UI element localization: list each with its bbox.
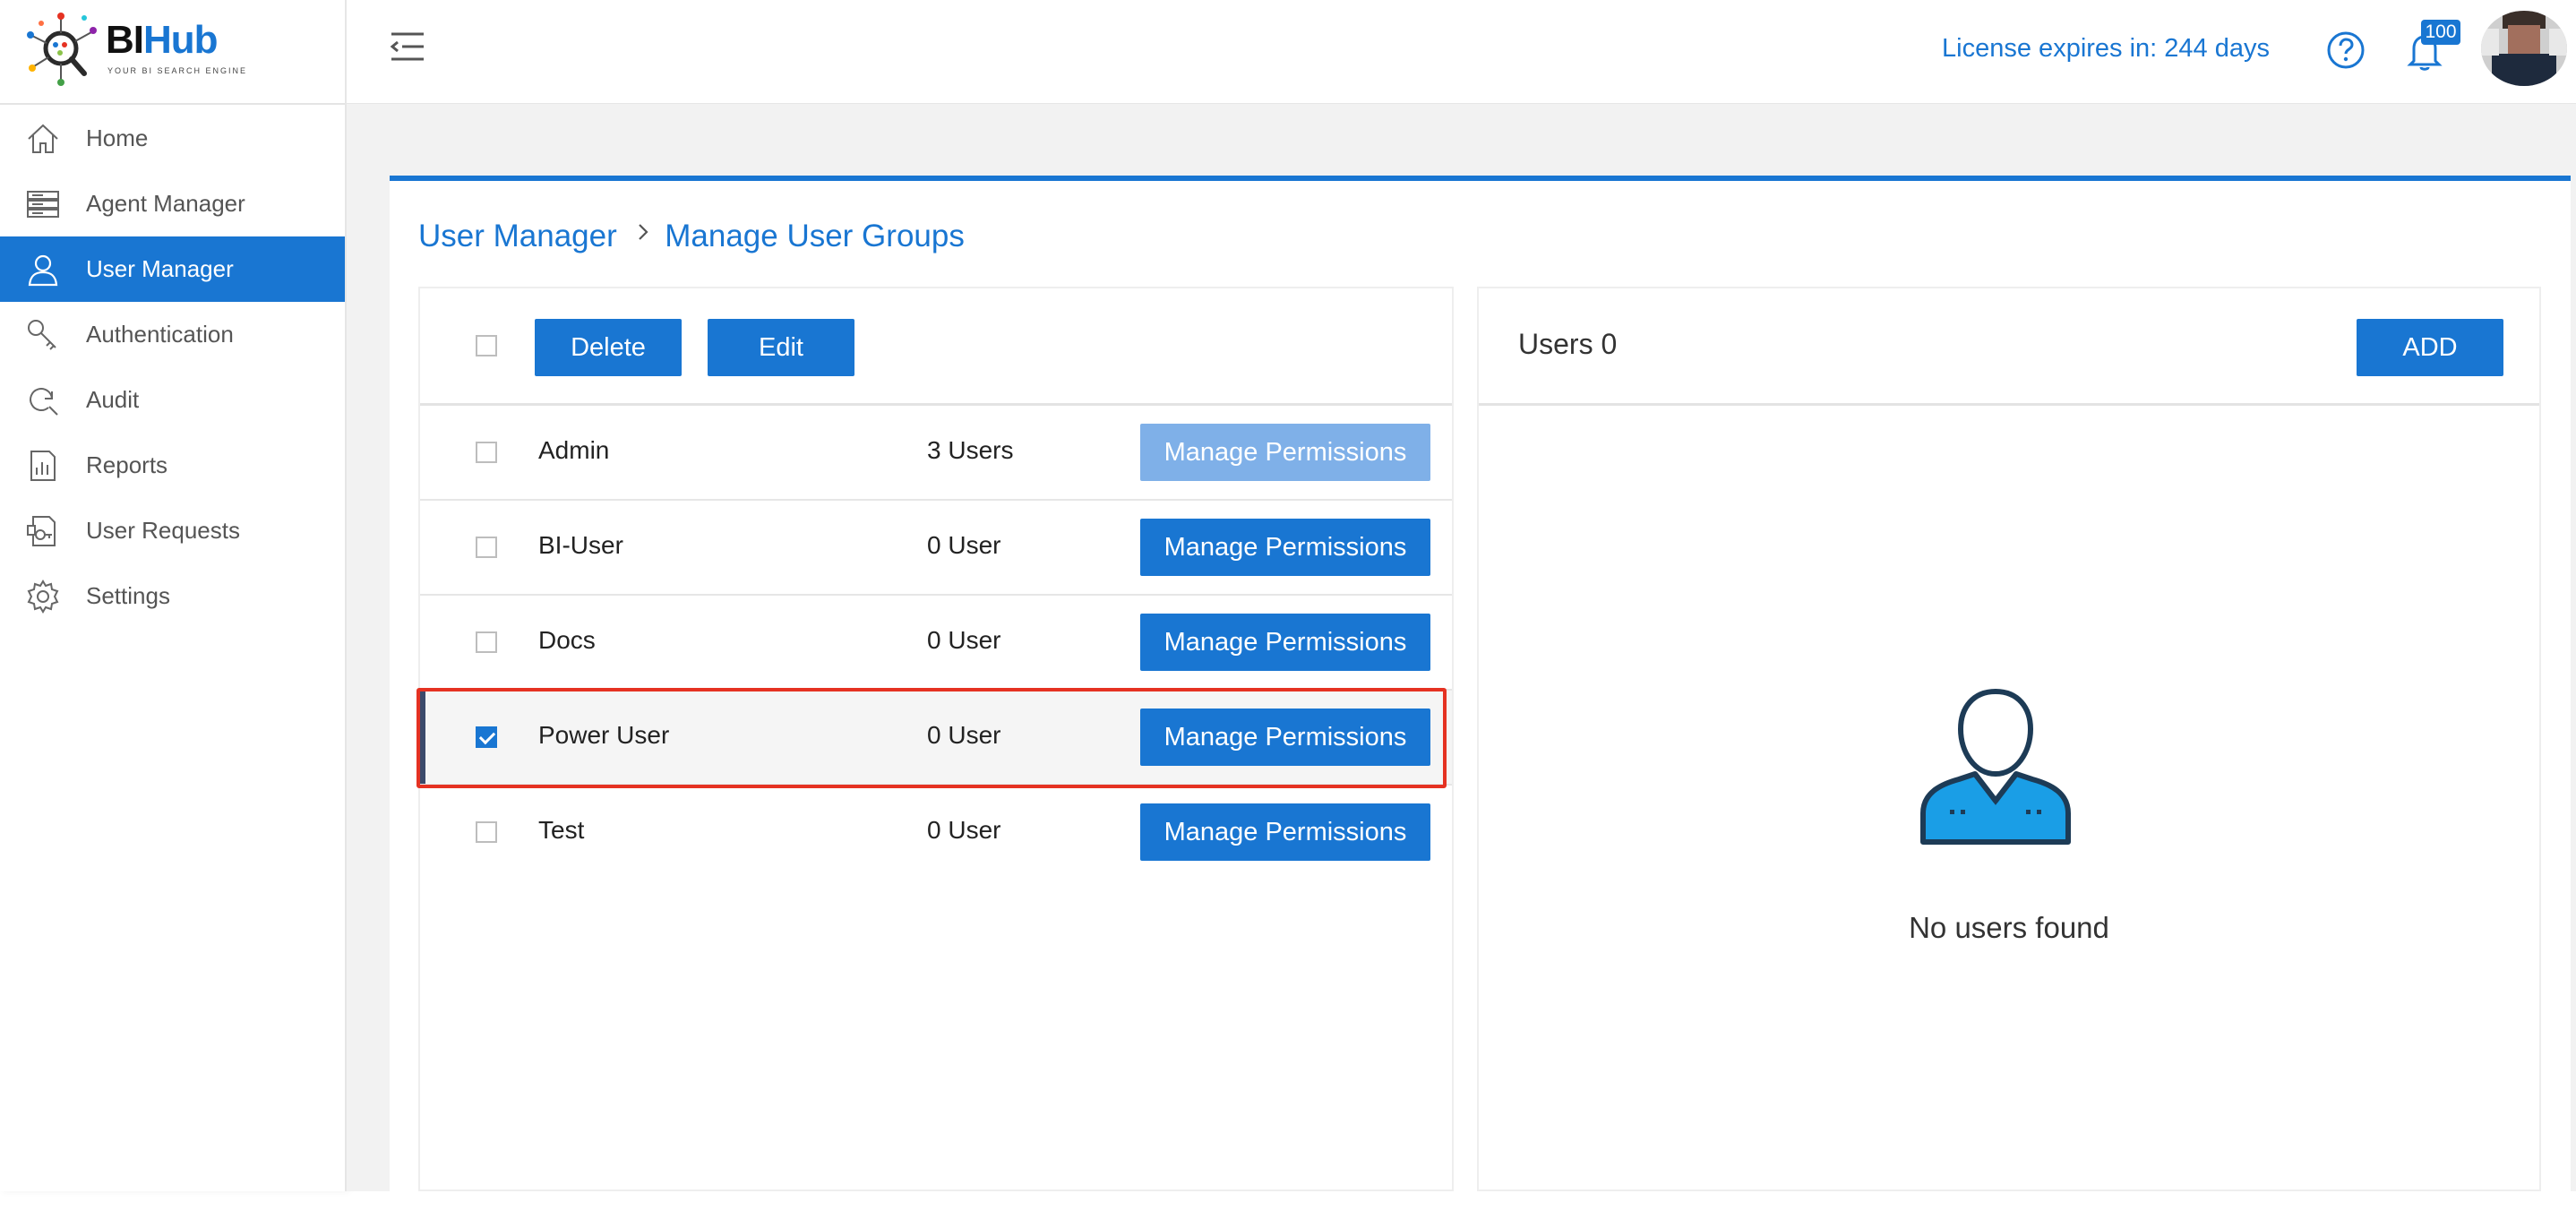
avatar-image xyxy=(2481,11,2567,86)
manage-permissions-button[interactable]: Manage Permissions xyxy=(1140,614,1430,671)
group-name: Docs xyxy=(538,626,596,654)
avatar[interactable] xyxy=(2481,11,2567,86)
main-area: User Manager Manage User Groups Delete E… xyxy=(347,104,2576,1191)
group-user-count: 0 User xyxy=(927,816,1001,844)
manage-permissions-button[interactable]: Manage Permissions xyxy=(1140,519,1430,576)
group-name: Admin xyxy=(538,436,610,464)
home-icon xyxy=(28,124,58,153)
breadcrumb-current: Manage User Groups xyxy=(665,218,965,253)
empty-user-icon xyxy=(1920,688,2071,845)
key-icon xyxy=(28,320,56,350)
request-document-icon xyxy=(27,516,56,546)
sidebar-item-label: Audit xyxy=(86,386,140,413)
report-chart-icon xyxy=(30,451,56,481)
server-icon xyxy=(27,191,59,218)
sidebar-nav: Home Agent Manager User Manager Authenti… xyxy=(0,106,345,629)
users-toolbar: Users 0 ADD xyxy=(1479,288,2539,406)
row-checkbox[interactable] xyxy=(476,821,497,843)
menu-collapse-icon[interactable] xyxy=(390,30,425,63)
group-name: Power User xyxy=(538,721,670,749)
user-icon xyxy=(28,254,58,287)
groups-toolbar: Delete Edit xyxy=(420,288,1452,406)
group-user-count: 0 User xyxy=(927,626,1001,654)
logo-tagline: YOUR BI SEARCH ENGINE xyxy=(107,66,248,75)
manage-permissions-button[interactable]: Manage Permissions xyxy=(1140,709,1430,766)
sidebar: BIHub YOUR BI SEARCH ENGINE Home Agent M… xyxy=(0,0,347,1191)
app-logo[interactable]: BIHub YOUR BI SEARCH ENGINE xyxy=(0,0,345,105)
search-refresh-icon xyxy=(30,388,58,416)
sidebar-item-label: Settings xyxy=(86,582,170,609)
sidebar-item-label: Reports xyxy=(86,451,168,478)
sidebar-item-authentication[interactable]: Authentication xyxy=(0,302,345,367)
group-row-power-user[interactable]: Power User 0 User Manage Permissions xyxy=(416,688,1452,788)
select-all-checkbox[interactable] xyxy=(476,335,497,356)
add-user-button[interactable]: ADD xyxy=(2357,319,2503,376)
group-row-bi-user[interactable]: BI-User 0 User Manage Permissions xyxy=(420,501,1452,596)
sidebar-item-label: Home xyxy=(86,125,149,151)
chevron-right-icon xyxy=(638,224,648,240)
users-panel: Users 0 ADD No users found xyxy=(1477,287,2541,1191)
users-count-title: Users 0 xyxy=(1518,328,1618,360)
delete-button[interactable]: Delete xyxy=(535,319,682,376)
manage-permissions-button[interactable]: Manage Permissions xyxy=(1140,424,1430,481)
group-name: BI-User xyxy=(538,531,623,559)
logo-wordmark: BIHub xyxy=(106,18,219,62)
sidebar-item-label: User Manager xyxy=(86,255,234,282)
sidebar-item-user-requests[interactable]: User Requests xyxy=(0,498,345,563)
help-icon[interactable] xyxy=(2326,30,2366,70)
row-checkbox[interactable] xyxy=(476,537,497,558)
group-user-count: 0 User xyxy=(927,531,1001,559)
notification-badge: 100 xyxy=(2421,20,2460,45)
sidebar-item-user-manager[interactable]: User Manager xyxy=(0,236,345,302)
sidebar-item-home[interactable]: Home xyxy=(0,106,345,171)
row-checkbox[interactable] xyxy=(476,631,497,653)
no-users-message: No users found xyxy=(1909,911,2109,944)
sidebar-item-label: Agent Manager xyxy=(86,190,245,217)
edit-button[interactable]: Edit xyxy=(708,319,854,376)
group-name: Test xyxy=(538,816,585,844)
sidebar-item-label: Authentication xyxy=(86,321,234,348)
sidebar-item-reports[interactable]: Reports xyxy=(0,433,345,498)
sidebar-item-label: User Requests xyxy=(86,517,240,544)
group-row-admin[interactable]: Admin 3 Users Manage Permissions xyxy=(420,406,1452,501)
group-row-test[interactable]: Test 0 User Manage Permissions xyxy=(420,786,1452,879)
gear-icon xyxy=(27,580,59,614)
manage-permissions-button[interactable]: Manage Permissions xyxy=(1140,803,1430,861)
group-user-count: 0 User xyxy=(927,721,1001,749)
sidebar-item-audit[interactable]: Audit xyxy=(0,367,345,433)
sidebar-item-agent-manager[interactable]: Agent Manager xyxy=(0,171,345,236)
breadcrumb-user-manager[interactable]: User Manager xyxy=(418,219,617,254)
row-checkbox[interactable] xyxy=(476,442,497,463)
group-user-count: 3 Users xyxy=(927,436,1014,464)
group-row-docs[interactable]: Docs 0 User Manage Permissions xyxy=(420,596,1452,691)
row-checkbox[interactable] xyxy=(476,726,497,748)
content-card: User Manager Manage User Groups Delete E… xyxy=(390,181,2571,1191)
breadcrumb: User Manager Manage User Groups xyxy=(418,217,965,254)
user-groups-panel: Delete Edit Admin 3 Users Manage Permiss… xyxy=(416,287,1454,1191)
top-header: License expires in: 244 days 100 xyxy=(347,0,2576,104)
logo-mark-icon xyxy=(27,13,97,86)
license-expiry-text: License expires in: 244 days xyxy=(1942,34,2270,63)
sidebar-item-settings[interactable]: Settings xyxy=(0,563,345,629)
